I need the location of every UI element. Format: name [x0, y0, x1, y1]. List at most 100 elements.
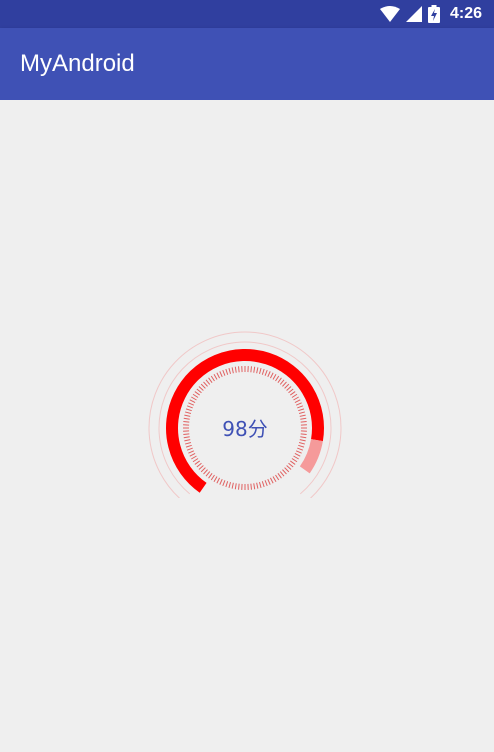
gauge-tick	[198, 386, 204, 391]
gauge-tick	[275, 474, 280, 481]
gauge-tick	[203, 469, 208, 475]
gauge-tick	[228, 481, 231, 489]
gauge-tick	[191, 455, 197, 460]
gauge-tick	[216, 372, 221, 379]
gauge-tick	[188, 402, 195, 406]
gauge-tick	[300, 421, 307, 423]
gauge-tick	[210, 375, 215, 382]
gauge-tick	[288, 462, 294, 468]
gauge-tick	[259, 481, 262, 489]
gauge-tick	[185, 408, 192, 412]
gauge-tick	[298, 408, 305, 412]
gauge-tick	[196, 462, 202, 468]
gauge-tick	[269, 372, 274, 379]
gauge-tick	[299, 414, 306, 417]
gauge-tick	[183, 421, 190, 423]
gauge-tick	[208, 377, 213, 383]
gauge-tick	[238, 366, 240, 373]
gauge-tick	[200, 383, 206, 389]
gauge-tick	[264, 369, 268, 376]
gauge-tick	[272, 476, 277, 482]
gauge-tick	[261, 368, 265, 375]
wifi-icon	[379, 6, 400, 22]
gauge-tick	[253, 366, 256, 373]
gauge-tick	[291, 458, 298, 463]
status-icons: 4:26	[379, 0, 482, 28]
gauge-tick	[295, 450, 302, 454]
gauge-tick	[188, 450, 195, 454]
gauge-tick	[225, 481, 229, 488]
gauge-tick	[253, 483, 256, 490]
gauge-tick	[250, 366, 252, 373]
gauge-tick	[205, 379, 211, 385]
gauge-tick	[183, 436, 190, 439]
gauge-tick	[219, 478, 223, 485]
app-bar: MyAndroid	[0, 28, 494, 100]
gauge-tick	[219, 371, 223, 378]
app-title: MyAndroid	[20, 50, 135, 77]
gauge-tick	[279, 379, 285, 385]
gauge-tick	[293, 396, 299, 401]
score-arc-end	[299, 438, 323, 474]
gauge-tick	[261, 481, 265, 488]
gauge-tick	[225, 368, 229, 375]
gauge-tick	[291, 393, 298, 398]
gauge-tick	[288, 388, 294, 394]
gauge-tick	[186, 405, 193, 409]
gauge-tick	[295, 402, 302, 406]
gauge-tick	[282, 469, 287, 475]
gauge-tick	[298, 442, 306, 445]
cell-signal-icon	[405, 6, 422, 22]
gauge-tick	[213, 476, 218, 482]
gauge-tick	[184, 411, 192, 414]
gauge-tick	[259, 367, 262, 375]
gauge-tick	[231, 482, 234, 489]
gauge-tick	[208, 473, 213, 479]
gauge-tick	[299, 439, 306, 442]
gauge-tick	[231, 367, 234, 374]
gauge-tick	[210, 474, 215, 481]
gauge-tick	[186, 447, 193, 451]
gauge-tick	[184, 442, 192, 445]
gauge-tick	[250, 483, 252, 490]
gauge-tick	[277, 377, 282, 383]
score-label: 98分	[222, 417, 267, 441]
gauge-tick	[256, 367, 259, 374]
gauge-tick	[189, 452, 196, 457]
gauge-tick	[298, 411, 306, 414]
gauge-tick	[284, 467, 290, 473]
battery-charging-icon	[427, 5, 440, 23]
gauge-tick	[279, 471, 285, 477]
gauge-tick	[184, 439, 191, 442]
gauge-tick	[269, 477, 274, 484]
gauge-tick	[272, 374, 277, 380]
score-gauge: 98分	[148, 331, 342, 498]
gauge-tick	[228, 367, 231, 375]
gauge-tick	[222, 480, 226, 487]
gauge-tick	[234, 366, 237, 373]
gauge-tick	[192, 393, 199, 398]
gauge-tick	[294, 399, 301, 404]
gauge-tick	[290, 391, 296, 396]
gauge-tick	[194, 460, 200, 465]
status-bar: 4:26	[0, 0, 494, 28]
gauge-tick	[290, 460, 296, 465]
gauge-tick	[216, 477, 221, 484]
gauge-tick	[284, 383, 290, 389]
gauge-tick	[200, 467, 206, 473]
gauge-tick	[183, 433, 190, 435]
gauge-tick	[222, 369, 226, 376]
content-area: 98分	[0, 100, 494, 752]
gauge-tick	[256, 482, 259, 489]
gauge-tick	[300, 436, 307, 439]
gauge-tick	[286, 386, 292, 391]
gauge-tick	[196, 388, 202, 394]
gauge-tick	[205, 471, 211, 477]
gauge-tick	[194, 391, 200, 396]
gauge-tick	[297, 447, 304, 451]
gauge-tick	[238, 483, 240, 490]
gauge-layer	[148, 331, 342, 498]
gauge-tick	[286, 465, 292, 470]
gauge-tick	[192, 458, 199, 463]
gauge-tick	[213, 374, 218, 380]
